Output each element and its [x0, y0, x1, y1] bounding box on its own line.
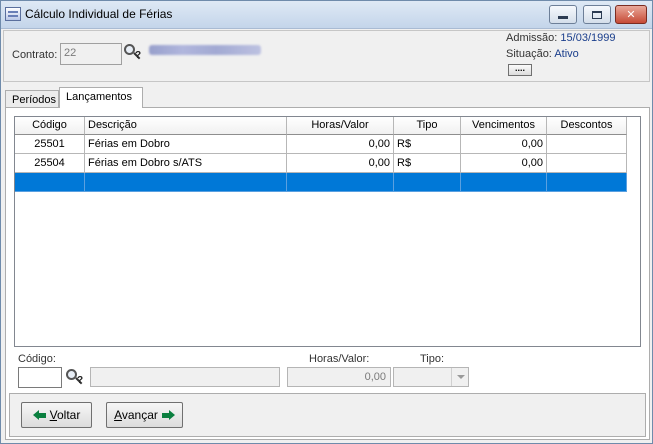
close-button[interactable]: ✕ — [615, 5, 647, 24]
column-header-descontos[interactable]: Descontos — [547, 117, 627, 135]
contract-header-panel: Contrato: 22 ? Admissão: 15/03/1999 Situ… — [3, 30, 650, 82]
cell-tipo: R$ — [394, 135, 461, 154]
tipo-label: Tipo: — [420, 353, 445, 365]
arrow-right-icon — [161, 409, 175, 421]
descricao-display — [90, 367, 280, 387]
situacao-label: Situação: — [506, 48, 552, 60]
contrato-field[interactable]: 22 — [60, 43, 122, 65]
horas-valor-field[interactable]: 0,00 — [287, 367, 391, 387]
codigo-search-icon[interactable]: ? — [66, 369, 84, 387]
cell-descontos — [547, 154, 627, 173]
cell-horas-valor: 0,00 — [287, 135, 394, 154]
cell-tipo: R$ — [394, 154, 461, 173]
avancar-label: Avançar — [114, 408, 158, 422]
voltar-label: Voltar — [49, 408, 81, 422]
close-icon: ✕ — [626, 9, 636, 21]
avancar-button[interactable]: Avançar — [106, 402, 183, 428]
horas-valor-label: Horas/Valor: — [309, 353, 370, 365]
cell-codigo: 25501 — [15, 135, 85, 154]
situacao-value: Ativo — [554, 48, 579, 60]
minimize-icon — [558, 16, 568, 19]
cell-descricao — [85, 173, 287, 192]
cell-descricao: Férias em Dobro s/ATS — [85, 154, 287, 173]
admissao-info: Admissão: 15/03/1999 — [506, 32, 615, 44]
title-bar[interactable]: Cálculo Individual de Férias ✕ — [1, 1, 652, 29]
maximize-icon — [592, 10, 602, 19]
column-header-tipo[interactable]: Tipo — [394, 117, 461, 135]
situacao-info: Situação: Ativo — [506, 48, 579, 60]
admissao-value: 15/03/1999 — [560, 32, 616, 44]
maximize-button[interactable] — [583, 5, 611, 24]
table-row[interactable]: 25501 Férias em Dobro 0,00 R$ 0,00 — [15, 135, 627, 154]
contrato-label: Contrato: — [12, 49, 58, 61]
calculo-ferias-window: Cálculo Individual de Férias ✕ Contrato:… — [0, 0, 653, 444]
lancamentos-grid[interactable]: Código Descrição Horas/Valor Tipo Vencim… — [14, 116, 641, 347]
column-header-vencimentos[interactable]: Vencimentos — [461, 117, 547, 135]
cell-descricao: Férias em Dobro — [85, 135, 287, 154]
table-row[interactable]: 25504 Férias em Dobro s/ATS 0,00 R$ 0,00 — [15, 154, 627, 173]
cell-descontos — [547, 135, 627, 154]
cell-descontos — [547, 173, 627, 192]
app-window-icon — [5, 7, 21, 21]
tab-lancamentos[interactable]: Lançamentos — [59, 87, 143, 108]
cell-horas-valor — [287, 173, 394, 192]
cell-vencimentos — [461, 173, 547, 192]
lancamentos-panel: Código Descrição Horas/Valor Tipo Vencim… — [5, 107, 650, 440]
cell-vencimentos: 0,00 — [461, 135, 547, 154]
tab-periodos[interactable]: Períodos — [5, 90, 59, 107]
table-row-selected[interactable] — [15, 173, 627, 192]
tipo-select[interactable] — [393, 367, 469, 387]
codigo-label: Código: — [18, 353, 56, 365]
cell-vencimentos: 0,00 — [461, 154, 547, 173]
cell-tipo — [394, 173, 461, 192]
column-header-descricao[interactable]: Descrição — [85, 117, 287, 135]
cell-codigo — [15, 173, 85, 192]
voltar-button[interactable]: Voltar — [21, 402, 92, 428]
cell-codigo: 25504 — [15, 154, 85, 173]
chevron-down-icon[interactable] — [451, 368, 468, 386]
cell-horas-valor: 0,00 — [287, 154, 394, 173]
employee-name-redacted — [149, 45, 261, 55]
more-options-button[interactable]: .... — [508, 64, 532, 76]
navigation-panel: Voltar Avançar — [9, 393, 646, 437]
minimize-button[interactable] — [549, 5, 577, 24]
arrow-left-icon — [32, 409, 46, 421]
grid-header-row: Código Descrição Horas/Valor Tipo Vencim… — [15, 117, 627, 135]
column-header-horas-valor[interactable]: Horas/Valor — [287, 117, 394, 135]
contract-search-icon[interactable]: ? — [124, 44, 142, 62]
admissao-label: Admissão: — [506, 32, 558, 44]
column-header-codigo[interactable]: Código — [15, 117, 85, 135]
codigo-input[interactable] — [18, 367, 62, 388]
window-title: Cálculo Individual de Férias — [25, 7, 173, 21]
